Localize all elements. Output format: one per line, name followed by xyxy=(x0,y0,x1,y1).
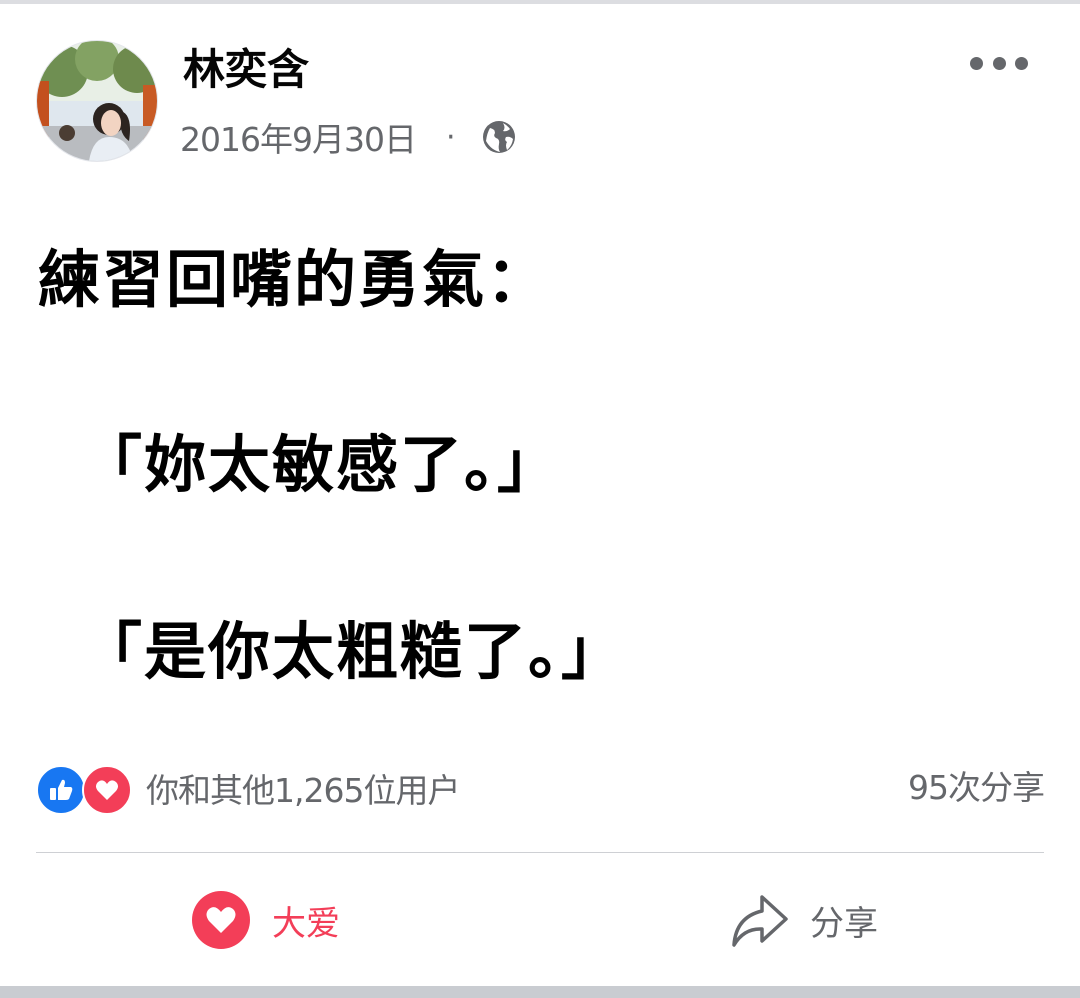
love-button-label: 大爱 xyxy=(272,903,340,944)
more-dot-icon xyxy=(1015,56,1028,70)
shares-count[interactable]: 95次分享 xyxy=(908,762,1045,814)
post-line-2: 「妳太敏感了。」 xyxy=(80,428,562,501)
more-dot-icon xyxy=(970,56,983,70)
post-line-3: 「是你太粗糙了。」 xyxy=(80,615,626,688)
love-reaction-button[interactable]: 大爱 xyxy=(192,888,340,952)
like-icon xyxy=(36,765,86,815)
more-options-button[interactable] xyxy=(970,48,1028,78)
top-divider xyxy=(0,0,1080,4)
globe-icon[interactable] xyxy=(481,119,517,155)
actions-divider xyxy=(36,852,1044,853)
reaction-icons xyxy=(36,763,134,815)
reactions-summary[interactable]: 你和其他1,265位用户 xyxy=(36,762,460,815)
share-arrow-icon xyxy=(732,895,788,947)
post-line-1: 練習回嘴的勇氣： xyxy=(38,243,551,316)
avatar[interactable] xyxy=(36,40,158,162)
post-meta: 2016年9月30日 · xyxy=(180,113,517,161)
love-icon xyxy=(82,765,132,815)
share-button[interactable]: 分享 xyxy=(730,888,878,952)
more-dot-icon xyxy=(992,56,1006,70)
post-date[interactable]: 2016年9月30日 xyxy=(180,113,417,161)
reactions-count: 你和其他1,265位用户 xyxy=(146,771,460,810)
bottom-divider xyxy=(0,986,1080,998)
author-name[interactable]: 林奕含 xyxy=(183,40,309,100)
share-button-label: 分享 xyxy=(810,903,878,944)
love-icon xyxy=(192,891,250,949)
meta-separator: · xyxy=(445,119,455,155)
